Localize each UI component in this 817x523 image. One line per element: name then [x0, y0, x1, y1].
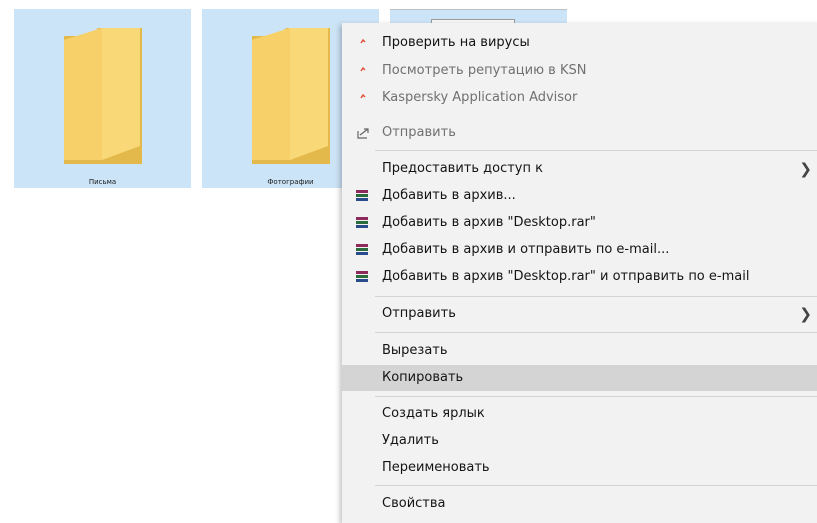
share-icon	[357, 128, 369, 139]
chevron-right-icon: ❯	[799, 305, 812, 323]
context-menu: Проверить на вирусы Посмотреть репутацию…	[342, 23, 817, 523]
menu-separator	[375, 150, 817, 151]
folder-icon	[252, 28, 330, 164]
chevron-right-icon: ❯	[799, 160, 812, 178]
menu-item-delete[interactable]: Удалить	[342, 428, 817, 454]
kaspersky-icon	[360, 38, 366, 44]
menu-separator	[375, 296, 817, 297]
menu-item-share[interactable]: Отправить	[342, 120, 817, 146]
menu-item-give-access[interactable]: Предоставить доступ к ❯	[342, 156, 817, 182]
winrar-icon	[356, 217, 368, 228]
menu-item-add-desktop-rar-email[interactable]: Добавить в архив "Desktop.rar" и отправи…	[342, 264, 817, 290]
menu-separator	[375, 332, 817, 333]
winrar-icon	[356, 271, 368, 282]
menu-item-send-to[interactable]: Отправить ❯	[342, 301, 817, 327]
folder-label: Письма	[88, 178, 117, 186]
menu-item-create-shortcut[interactable]: Создать ярлык	[342, 401, 817, 427]
folder-icon	[64, 28, 142, 164]
menu-item-ksn-reputation[interactable]: Посмотреть репутацию в KSN	[342, 58, 817, 84]
menu-item-add-archive[interactable]: Добавить в архив...	[342, 183, 817, 209]
menu-item-kaspersky-advisor[interactable]: Kaspersky Application Advisor	[342, 85, 817, 111]
folder-tile-letters[interactable]: Письма	[14, 9, 191, 188]
menu-separator	[375, 485, 817, 486]
winrar-icon	[356, 190, 368, 201]
menu-item-properties[interactable]: Свойства	[342, 491, 817, 517]
kaspersky-icon	[360, 66, 366, 72]
menu-item-cut[interactable]: Вырезать	[342, 338, 817, 364]
winrar-icon	[356, 244, 368, 255]
kaspersky-icon	[360, 93, 366, 99]
menu-item-scan-virus[interactable]: Проверить на вирусы	[342, 30, 817, 56]
menu-item-copy[interactable]: Копировать	[342, 365, 817, 391]
menu-separator	[375, 396, 817, 397]
menu-item-rename[interactable]: Переименовать	[342, 455, 817, 481]
menu-item-add-desktop-rar[interactable]: Добавить в архив "Desktop.rar"	[342, 210, 817, 236]
menu-item-add-archive-email[interactable]: Добавить в архив и отправить по e-mail..…	[342, 237, 817, 263]
